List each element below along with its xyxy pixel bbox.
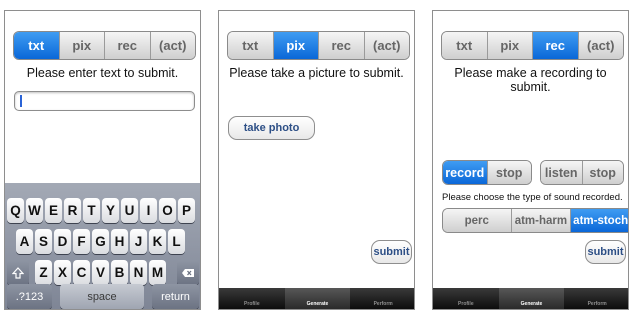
key-h[interactable]: H — [111, 229, 128, 254]
sound-type-segmented-control: perc atm-harm atm-stoch — [442, 208, 628, 233]
key-c[interactable]: C — [73, 260, 90, 285]
key-k[interactable]: K — [149, 229, 166, 254]
mode-pix[interactable]: pix — [273, 32, 319, 59]
tab-perform[interactable]: Perform — [564, 288, 628, 309]
mode-rec[interactable]: rec — [319, 32, 365, 59]
sound-type-atm-harm[interactable]: atm-harm — [511, 209, 572, 232]
prompt-text: Please enter text to submit. — [26, 66, 179, 80]
key-q[interactable]: Q — [7, 198, 24, 223]
key-x[interactable]: X — [54, 260, 71, 285]
mode-txt[interactable]: txt — [228, 32, 274, 59]
mode-segmented-control: txt pix rec (act) — [13, 31, 196, 60]
shift-arrow-icon — [12, 266, 24, 279]
shift-key[interactable] — [7, 260, 29, 285]
stop-record-button[interactable]: stop — [487, 161, 531, 184]
key-s[interactable]: S — [35, 229, 52, 254]
key-l[interactable]: L — [168, 229, 185, 254]
keyboard-row-1: Q W E R T Y U I O P — [5, 198, 200, 223]
mode-act[interactable]: (act) — [364, 32, 409, 59]
keyboard-row-2: A S D F G H J K L — [5, 229, 200, 254]
mode-rec[interactable]: rec — [105, 32, 151, 59]
backspace-key[interactable] — [177, 260, 199, 285]
prompt-text: Please take a picture to submit. — [229, 66, 404, 80]
sound-type-instructions: Please choose the type of sound recorded… — [442, 192, 623, 203]
mode-rec[interactable]: rec — [533, 32, 579, 59]
key-m[interactable]: M — [149, 260, 166, 285]
stop-listen-button[interactable]: stop — [582, 161, 623, 184]
sound-type-perc[interactable]: perc — [443, 209, 512, 232]
key-w[interactable]: W — [26, 198, 43, 223]
mode-txt[interactable]: txt — [14, 32, 60, 59]
key-o[interactable]: O — [159, 198, 176, 223]
key-e[interactable]: E — [45, 198, 62, 223]
key-b[interactable]: B — [111, 260, 128, 285]
key-a[interactable]: A — [16, 229, 33, 254]
phone-screen-text: txt pix rec (act) Please enter text to s… — [4, 10, 201, 310]
phone-screen-picture: txt pix rec (act) Please take a picture … — [218, 10, 415, 310]
numbers-key[interactable]: .?123 — [7, 284, 52, 309]
mode-segmented-control: txt pix rec (act) — [441, 31, 624, 60]
phone-screen-recording: txt pix rec (act) Please make a recordin… — [432, 10, 629, 310]
submit-button[interactable]: submit — [585, 240, 626, 264]
space-key[interactable]: space — [60, 284, 144, 309]
mode-pix[interactable]: pix — [59, 32, 105, 59]
tab-generate[interactable]: Generate — [498, 288, 565, 309]
text-input[interactable] — [14, 91, 195, 111]
prompt-text: Please make a recording to submit. — [454, 66, 607, 94]
key-j[interactable]: J — [130, 229, 147, 254]
text-caret — [20, 95, 22, 107]
key-n[interactable]: N — [130, 260, 147, 285]
key-v[interactable]: V — [92, 260, 109, 285]
key-p[interactable]: P — [178, 198, 195, 223]
bottom-tab-bar: Profile Generate Perform — [219, 288, 414, 309]
screenshot-stage: txt pix rec (act) Please enter text to s… — [0, 0, 634, 310]
mode-segmented-control: txt pix rec (act) — [227, 31, 410, 60]
onscreen-keyboard: Q W E R T Y U I O P A S D F G H J K L Z … — [5, 183, 200, 309]
submit-button[interactable]: submit — [371, 240, 412, 264]
key-t[interactable]: T — [83, 198, 100, 223]
tab-profile[interactable]: Profile — [219, 288, 285, 309]
backspace-icon — [182, 268, 194, 277]
key-y[interactable]: Y — [102, 198, 119, 223]
key-r[interactable]: R — [64, 198, 81, 223]
take-photo-button[interactable]: take photo — [228, 116, 315, 140]
mode-pix[interactable]: pix — [487, 32, 533, 59]
tab-profile[interactable]: Profile — [433, 288, 499, 309]
record-button[interactable]: record — [443, 161, 488, 184]
key-z[interactable]: Z — [35, 260, 52, 285]
key-f[interactable]: F — [73, 229, 90, 254]
key-d[interactable]: D — [54, 229, 71, 254]
key-g[interactable]: G — [92, 229, 109, 254]
mode-txt[interactable]: txt — [442, 32, 488, 59]
mode-act[interactable]: (act) — [578, 32, 623, 59]
listen-button[interactable]: listen — [541, 161, 583, 184]
key-u[interactable]: U — [121, 198, 138, 223]
tab-perform[interactable]: Perform — [350, 288, 414, 309]
return-key[interactable]: return — [152, 284, 199, 309]
keyboard-row-4: .?123 space return — [5, 284, 200, 309]
keyboard-row-3: Z X C V B N M — [5, 260, 200, 285]
bottom-tab-bar: Profile Generate Perform — [433, 288, 628, 309]
record-stop-control: record stop — [442, 160, 532, 185]
tab-generate[interactable]: Generate — [284, 288, 351, 309]
sound-type-atm-stoch[interactable]: atm-stoch — [571, 209, 628, 232]
listen-stop-control: listen stop — [540, 160, 624, 185]
mode-act[interactable]: (act) — [150, 32, 195, 59]
key-i[interactable]: I — [140, 198, 157, 223]
